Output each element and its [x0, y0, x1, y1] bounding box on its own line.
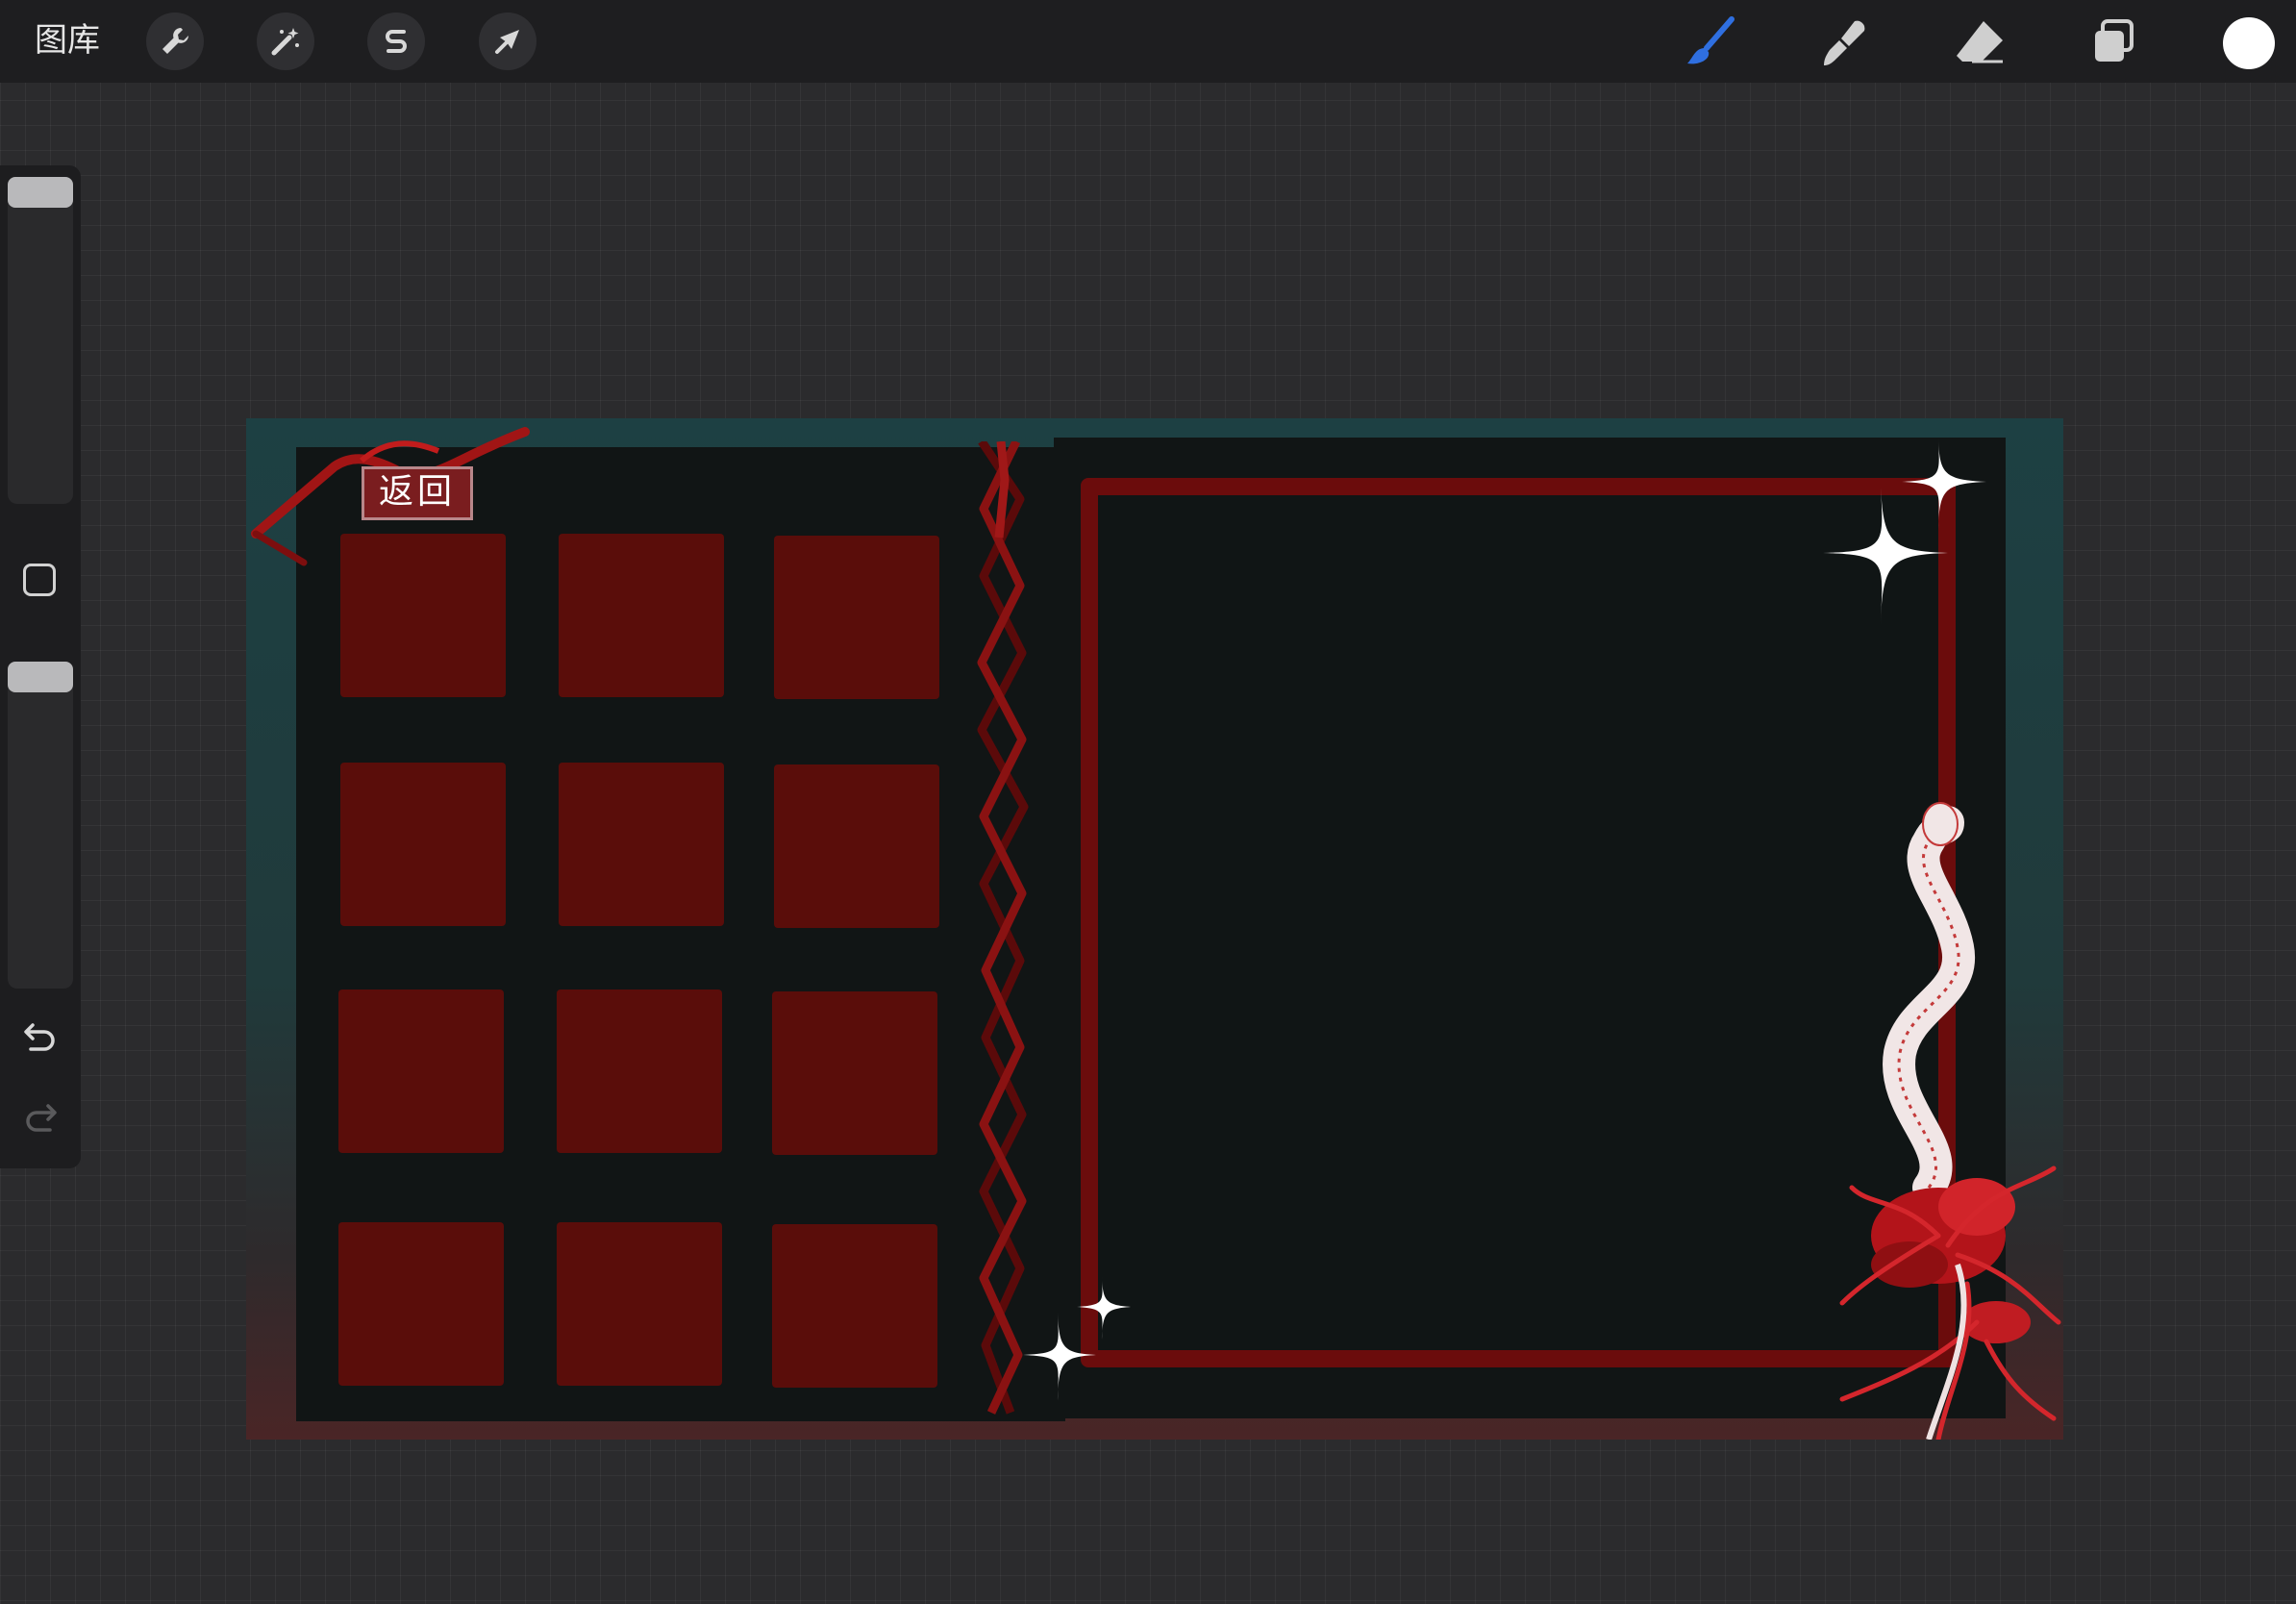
grid-tile [772, 991, 937, 1155]
top-toolbar: 图库 [0, 0, 2296, 83]
brush-size-slider[interactable] [8, 177, 73, 504]
color-swatch-button[interactable] [2223, 17, 2275, 69]
sparkle-small [1023, 1276, 1131, 1401]
layers-button[interactable] [2084, 13, 2144, 71]
redo-icon [21, 1098, 60, 1137]
grid-tile [774, 764, 939, 928]
adjustments-button[interactable] [257, 13, 314, 70]
smudge-icon [1816, 13, 1874, 71]
grid-tile [772, 1224, 937, 1388]
grid-tile [338, 990, 504, 1153]
left-sidebar [0, 165, 81, 1168]
smudge-tool-button[interactable] [1815, 13, 1875, 71]
opacity-thumb[interactable] [8, 662, 73, 692]
transform-button[interactable] [479, 13, 537, 70]
brush-tool-button[interactable] [1681, 13, 1740, 71]
gallery-button[interactable]: 图库 [35, 19, 100, 62]
sparkle-large [1823, 438, 1986, 625]
artwork-canvas[interactable]: 返回 [246, 418, 2063, 1440]
grid-tile [559, 534, 724, 697]
grid-tile [338, 1222, 504, 1386]
snake-lily-illustration [1839, 802, 2061, 1440]
redo-button[interactable] [21, 1098, 60, 1137]
back-button[interactable]: 返回 [362, 466, 473, 520]
opacity-slider[interactable] [8, 662, 73, 989]
undo-button[interactable] [21, 1017, 60, 1056]
brush-size-thumb[interactable] [8, 177, 73, 208]
magic-wand-icon [268, 24, 303, 59]
layers-icon [2085, 13, 2143, 71]
brush-icon [1682, 13, 1739, 71]
grid-tile [557, 1222, 722, 1386]
wrench-icon [158, 24, 192, 59]
modify-button[interactable] [23, 564, 56, 596]
undo-icon [21, 1017, 60, 1056]
grid-tile [559, 763, 724, 926]
grid-tile [557, 990, 722, 1153]
grid-tile [340, 763, 506, 926]
eraser-tool-button[interactable] [1950, 13, 2009, 71]
eraser-icon [1951, 13, 2009, 71]
selection-button[interactable] [367, 13, 425, 70]
grid-tile [774, 536, 939, 699]
actions-button[interactable] [146, 13, 204, 70]
arrow-cursor-icon [490, 24, 525, 59]
selection-s-icon [379, 24, 413, 59]
